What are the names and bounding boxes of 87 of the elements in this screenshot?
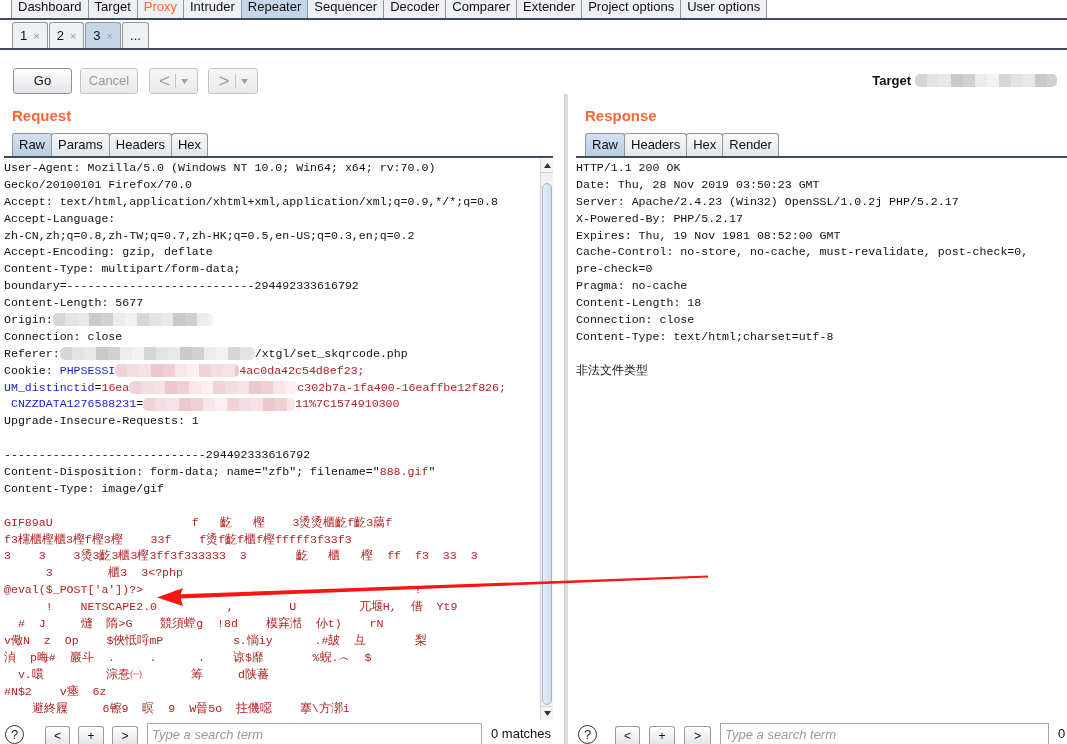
code-line: ! NETSCAPE2.0 , U 兀堰H, 借 Yt9 (44, 600, 458, 614)
code-line: # J 熢 隋>G 競須螳g !8d 模穽湉 仦t) rN (16, 617, 384, 631)
caret-up-icon (543, 163, 551, 168)
search-field[interactable]: Type a search term (147, 723, 482, 744)
editor-tab[interactable]: Hex (170, 133, 209, 156)
panel-title: Response (585, 107, 657, 125)
code-line: 避終屧 6镲9 暝 9 W晉5o 拄僟噁 搴\方漷i (30, 701, 350, 715)
code-line: Content-Type: multipart/form-data; (4, 262, 241, 276)
editor-tab[interactable]: Hex (686, 133, 724, 156)
search-field[interactable]: Type a search term (720, 723, 1049, 744)
code-line: -----------------------------294492333616792 (4, 448, 311, 462)
code-line: Server: Apache/2.4.23 (Win32) OpenSSL/1.0.2j PHP/5.2.17 (576, 194, 959, 208)
main-tab[interactable]: Project options (581, 0, 682, 18)
code-line: pre-check=0 (576, 262, 653, 276)
code-line: zh-CN,zh;q=0.8,zh-TW;q=0.7,zh-HK;q=0.5,en-US;q=0.3,en;q=0.2 (4, 228, 415, 242)
code-line: Expires: Thu, 19 Nov 1981 08:52:00 GMT (576, 228, 841, 242)
main-tab[interactable]: Comparer (445, 0, 518, 18)
code-text: /xtgl/set_skqrcode.php (254, 346, 408, 360)
editor-tab[interactable]: Raw (585, 133, 625, 156)
add-button[interactable]: + (649, 726, 675, 744)
code-line: Accept: text/html,application/xhtml+xml,application/xml;q=0.9,*/*;q=0.8 (4, 194, 498, 208)
main-tab[interactable]: Intruder (183, 0, 242, 18)
code-line: Date: Thu, 28 Nov 2019 03:50:23 GMT (576, 177, 820, 191)
code-line: f3櫶櫃樫櫃3樫f樫3樫 33f f烫f齕f櫃f樫fffff3f33f3 (4, 532, 352, 546)
code-line: Cache-Control: no-store, no-cache, must-revalidate, post-check=0, (576, 245, 1029, 259)
code-line: HTTP/1.1 200 OK (576, 161, 681, 174)
match-count: 0 (1058, 726, 1066, 742)
code-line: v.噮 淙惷㈠ 筹 d陕蕃 (16, 667, 269, 681)
code-line: User-Agent: Mozilla/5.0 (Windows NT 10.0; Win64; x64; rv:70.0) (4, 161, 436, 174)
editor-tab[interactable]: Headers (624, 133, 688, 156)
code-line: Content-Type: text/html;charset=utf-8 (576, 329, 834, 343)
code-line: Gecko/20100101 Firefox/70.0 (4, 177, 192, 191)
code-line: 非法文件类型 (576, 363, 648, 377)
code-line: #N$2 v瘗 6z (4, 684, 107, 698)
code-text: 4ac0da42c54d8ef23; (239, 363, 365, 377)
go-button[interactable]: Go (13, 68, 72, 94)
code-line: Content-Type: image/gif (4, 481, 165, 495)
code-line: Connection: close (576, 313, 695, 326)
code-line: Pragma: no-cache (576, 279, 688, 293)
previous-match-button[interactable]: < (615, 726, 640, 744)
next-match-button[interactable]: > (112, 726, 138, 744)
editor-tab[interactable]: Raw (12, 133, 52, 156)
caret-down-icon (543, 711, 551, 716)
code-line: X-Powered-By: PHP/5.2.17 (576, 211, 743, 225)
code-text: UM_distinctid=16ea (4, 380, 130, 394)
match-count: 0 matches (491, 726, 551, 742)
code-line: 湞 p晦# 巖斗 . . . 谅$靡 %蜺.︵ $ (4, 650, 372, 664)
main-tab[interactable]: Decoder (383, 0, 447, 18)
caret-down-icon (181, 78, 189, 84)
next-match-button[interactable]: > (684, 726, 711, 744)
code-line: 3 3 3烫3齕3櫃3樫3ff3f333333 3 齕 櫃 樫 ff f3 33 3 (4, 549, 478, 563)
main-tab[interactable]: Dashboard (11, 0, 89, 18)
code-line: Accept-Language: (4, 211, 116, 225)
main-tab[interactable]: Sequencer (307, 0, 385, 18)
code-line: Content-Length: 5677 (4, 296, 144, 310)
code-line: GIF89aU f 齕 樫 3烫烫櫃齕f齕3藹f (4, 515, 393, 529)
code-line: boundary=---------------------------294492333616792 (4, 279, 359, 293)
code-line: Upgrade-Insecure-Requests: 1 (4, 414, 199, 428)
code-line: Connection: close (4, 329, 123, 343)
caret-down-icon (240, 78, 248, 84)
request-tab[interactable]: 3 × (85, 22, 121, 48)
code-line: Content-Disposition: form-data; name="zfb"; filename="888.gif" (4, 465, 436, 479)
code-line: 3 櫃3 3<?php (44, 566, 183, 580)
main-tab[interactable]: Extender (516, 0, 583, 18)
main-tab[interactable]: Repeater (240, 0, 309, 18)
main-tab[interactable]: User options (680, 0, 768, 18)
panel-title: Request (12, 107, 72, 125)
previous-match-button[interactable]: < (45, 726, 70, 744)
code-line: Accept-Encoding: gzip, deflate (4, 245, 213, 259)
code-text: 11%7C1574910300 (295, 397, 400, 411)
code-text: Origin: (4, 313, 53, 326)
main-tab[interactable]: Target (87, 0, 138, 18)
code-text: Cookie: PHPSESSI (4, 363, 116, 377)
editor-tab[interactable]: Headers (108, 133, 172, 156)
code-text: Referer: (4, 346, 60, 360)
request-tab[interactable]: ... (122, 22, 149, 48)
code-line: v儆N z Op $俠怟哷mP s.惝iy .#皷 彑 梨 (4, 633, 427, 647)
code-text: c302b7a-1fa400-16eaffbe12f826; (297, 380, 506, 394)
request-tab[interactable]: 1 × (12, 22, 48, 48)
editor-tab[interactable]: Render (722, 133, 779, 156)
code-line: Content-Length: 18 (576, 296, 702, 310)
scrollbar-thumb[interactable] (542, 183, 552, 705)
code-text: CNZZDATA1276588231= (9, 397, 144, 411)
target-label: Target (872, 73, 911, 89)
add-button[interactable]: + (78, 726, 104, 744)
editor-tab[interactable]: Params (51, 133, 110, 156)
request-tab[interactable]: 2 × (48, 22, 85, 48)
